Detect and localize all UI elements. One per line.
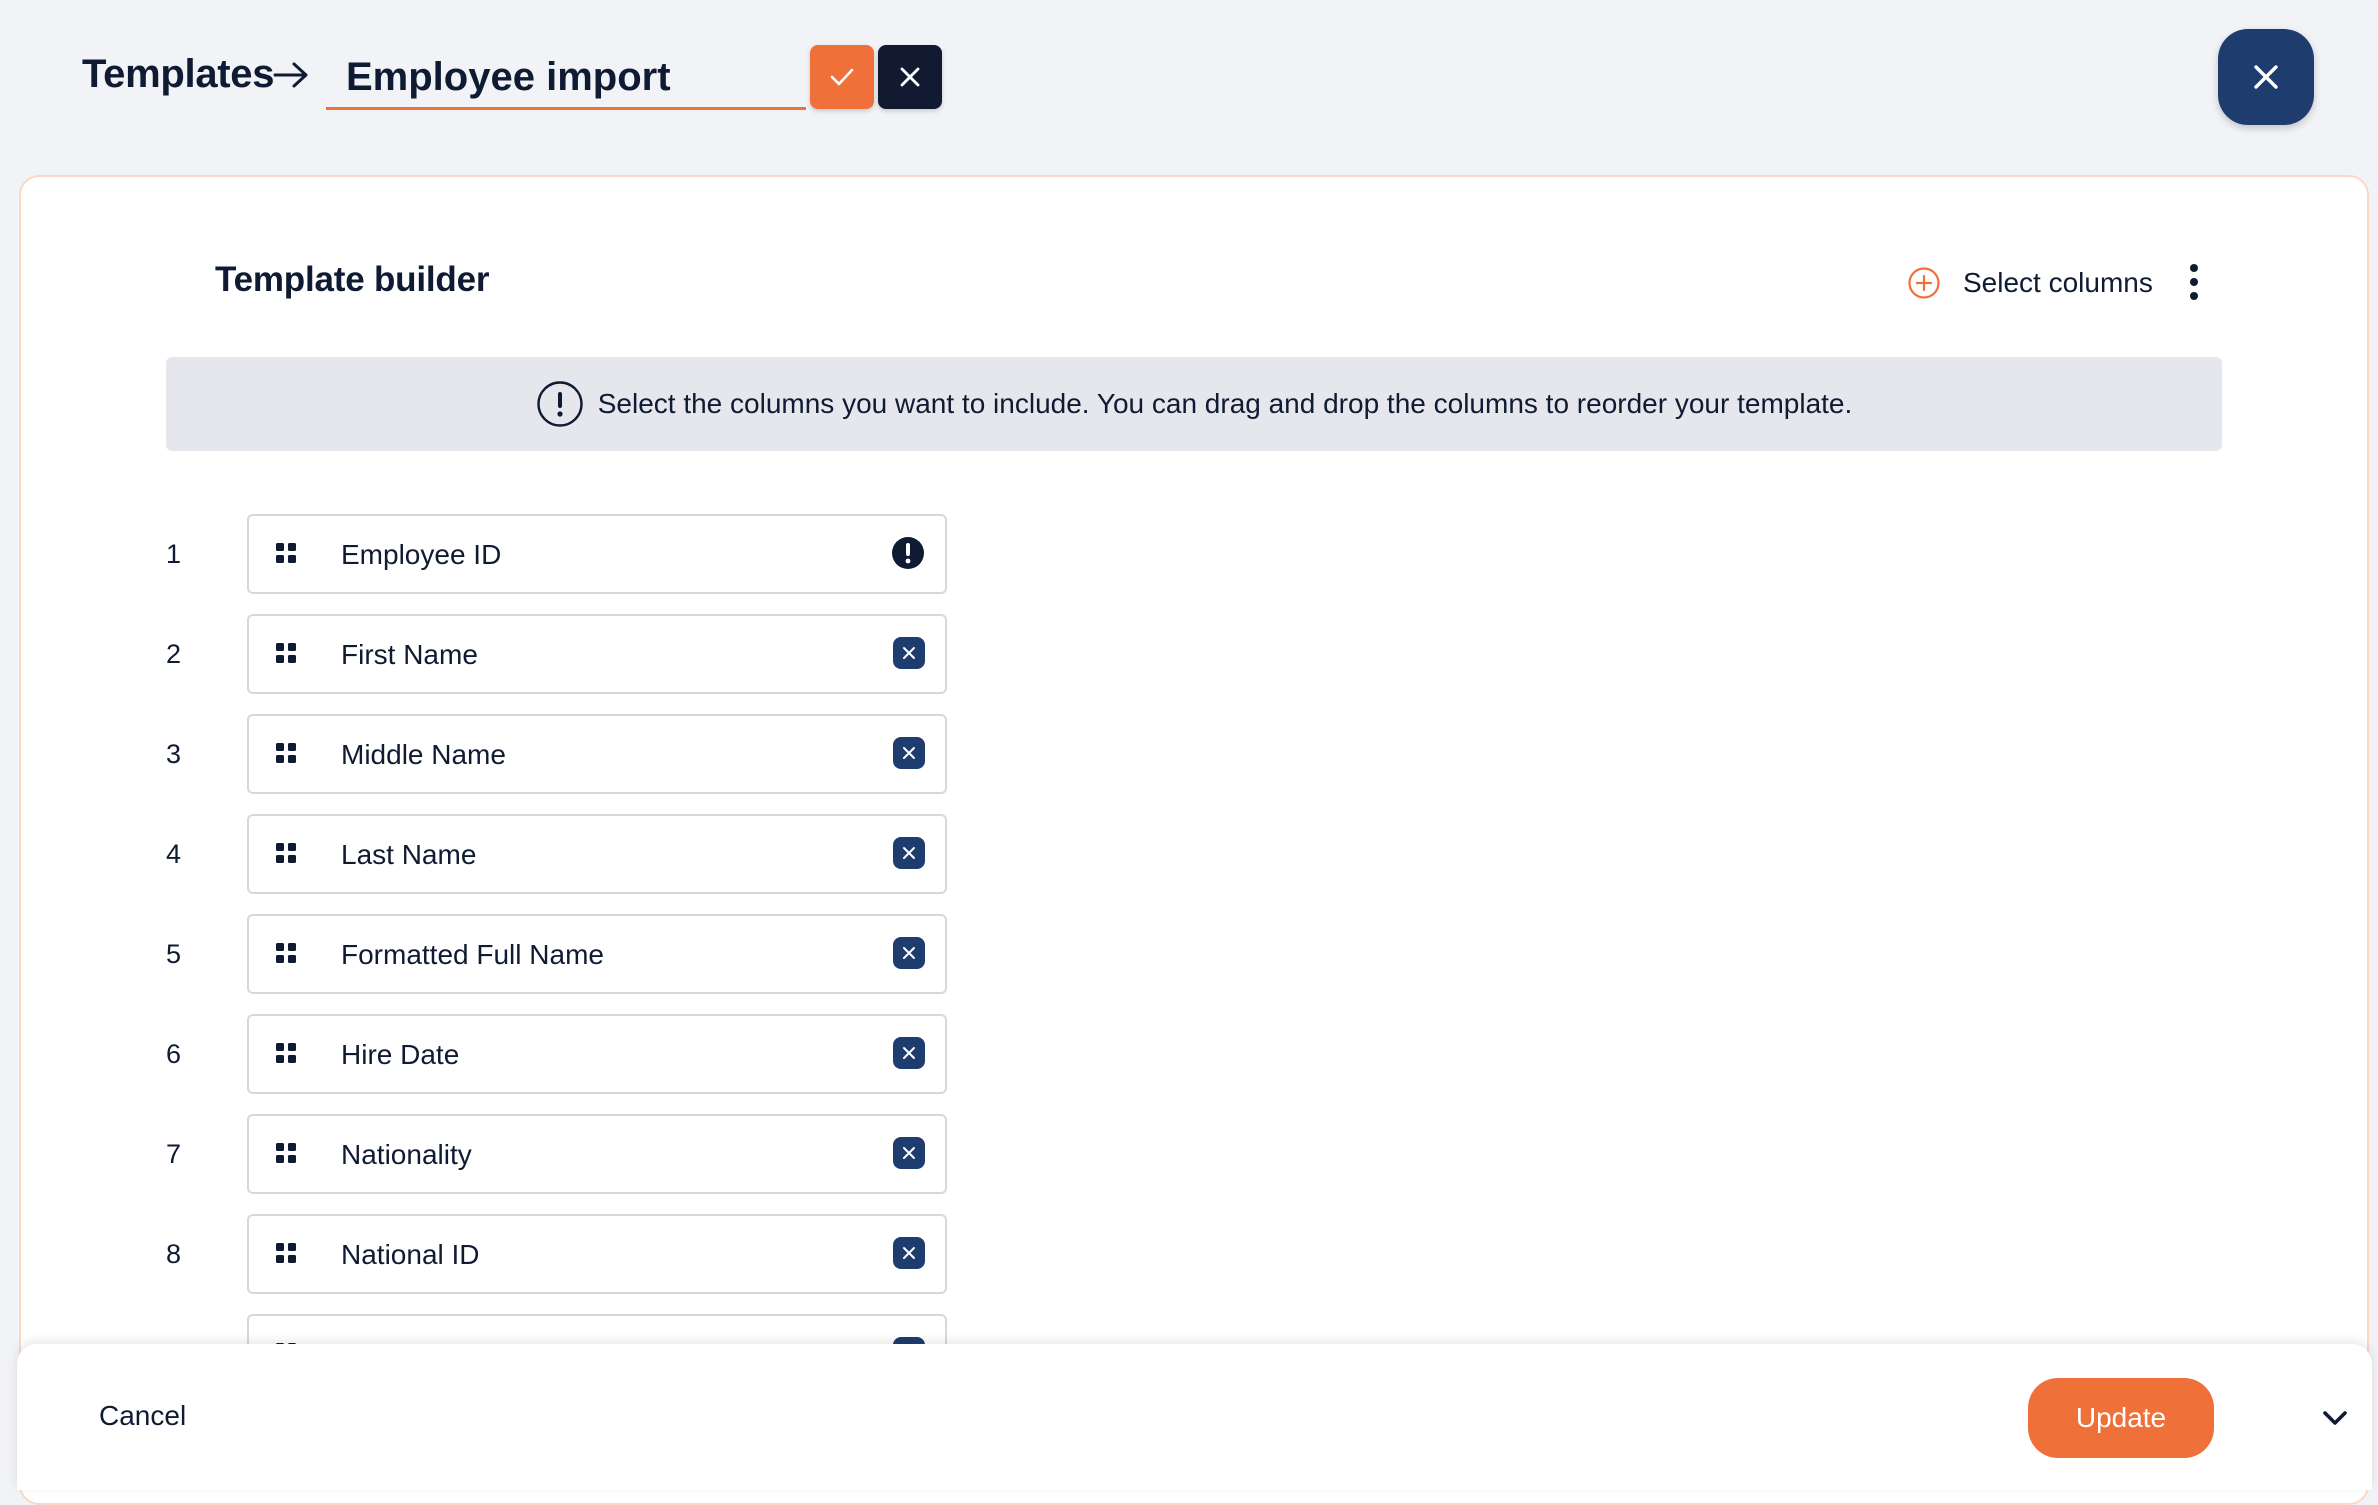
close-icon (903, 747, 915, 759)
expand-footer-button[interactable] (2315, 1400, 2355, 1436)
column-label: Formatted Full Name (341, 939, 604, 970)
template-builder-panel: Template builder Select columns Select t… (19, 175, 2369, 1505)
remove-column-button[interactable] (893, 1037, 925, 1069)
drag-handle-icon[interactable] (275, 642, 297, 664)
column-item-nationality[interactable]: Nationality (247, 1114, 947, 1194)
close-icon (903, 947, 915, 959)
row-number: 8 (166, 1239, 182, 1269)
check-icon (830, 68, 854, 86)
arrow-right-icon (273, 62, 308, 88)
discard-name-button[interactable] (878, 45, 942, 109)
column-label: Employee ID (341, 539, 502, 570)
template-name-field (326, 42, 806, 110)
close-icon (903, 847, 915, 859)
remove-column-button[interactable] (893, 1237, 925, 1269)
select-columns-label: Select columns (1963, 267, 2153, 298)
more-vertical-icon (2190, 264, 2198, 272)
column-label: Nationality (341, 1139, 472, 1170)
column-item-national-id[interactable]: National ID (247, 1214, 947, 1294)
footer-bar: Cancel Update (17, 1344, 2372, 1490)
column-label: Middle Name (341, 739, 506, 770)
column-label: Last Name (341, 839, 477, 870)
confirm-name-button[interactable] (810, 45, 874, 109)
row-number: 1 (166, 539, 182, 569)
close-icon (2254, 65, 2278, 89)
close-icon (903, 1147, 915, 1159)
drag-handle-icon[interactable] (275, 542, 297, 564)
column-label: Hire Date (341, 1039, 460, 1070)
drag-handle-icon[interactable] (275, 742, 297, 764)
drag-handle-icon[interactable] (275, 1042, 297, 1064)
drag-handle-icon[interactable] (275, 842, 297, 864)
close-icon (900, 67, 920, 87)
column-item-employee-id[interactable]: Employee ID (247, 514, 947, 594)
info-alert-icon (537, 381, 583, 427)
breadcrumb-templates[interactable]: Templates (82, 52, 274, 97)
row-number: 6 (166, 1039, 182, 1069)
info-text: Select the columns you want to include. … (597, 388, 1853, 419)
remove-column-button[interactable] (893, 637, 925, 669)
drag-handle-icon[interactable] (275, 1242, 297, 1264)
remove-column-button[interactable] (893, 737, 925, 769)
chevron-down-icon (2323, 1411, 2347, 1425)
more-options-button[interactable] (2179, 257, 2209, 307)
cancel-button[interactable]: Cancel (99, 1400, 186, 1432)
close-icon (903, 1247, 915, 1259)
column-item-formatted-full-name[interactable]: Formatted Full Name (247, 914, 947, 994)
info-banner: Select the columns you want to include. … (166, 357, 2222, 451)
row-number: 7 (166, 1139, 182, 1169)
column-item-hire-date[interactable]: Hire Date (247, 1014, 947, 1094)
required-alert-icon (892, 537, 924, 569)
column-label: First Name (341, 639, 478, 670)
panel-title: Template builder (215, 260, 490, 299)
select-columns-button[interactable]: Select columns (1907, 261, 2153, 305)
close-builder-button[interactable] (2218, 29, 2314, 125)
row-number: 3 (166, 739, 182, 769)
add-circle-icon (1908, 267, 1940, 299)
column-label: National ID (341, 1239, 480, 1270)
column-item-last-name[interactable]: Last Name (247, 814, 947, 894)
row-number: 2 (166, 639, 182, 669)
row-number: 4 (166, 839, 182, 869)
remove-column-button[interactable] (893, 1137, 925, 1169)
close-icon (903, 1047, 915, 1059)
update-button[interactable]: Update (2028, 1378, 2214, 1458)
column-item-first-name[interactable]: First Name (247, 614, 947, 694)
column-item-middle-name[interactable]: Middle Name (247, 714, 947, 794)
close-icon (903, 647, 915, 659)
drag-handle-icon[interactable] (275, 942, 297, 964)
remove-column-button[interactable] (893, 837, 925, 869)
page-header: Templates (0, 0, 2378, 175)
remove-column-button[interactable] (893, 937, 925, 969)
drag-handle-icon[interactable] (275, 1142, 297, 1164)
template-name-input[interactable] (326, 42, 806, 107)
row-number: 5 (166, 939, 182, 969)
